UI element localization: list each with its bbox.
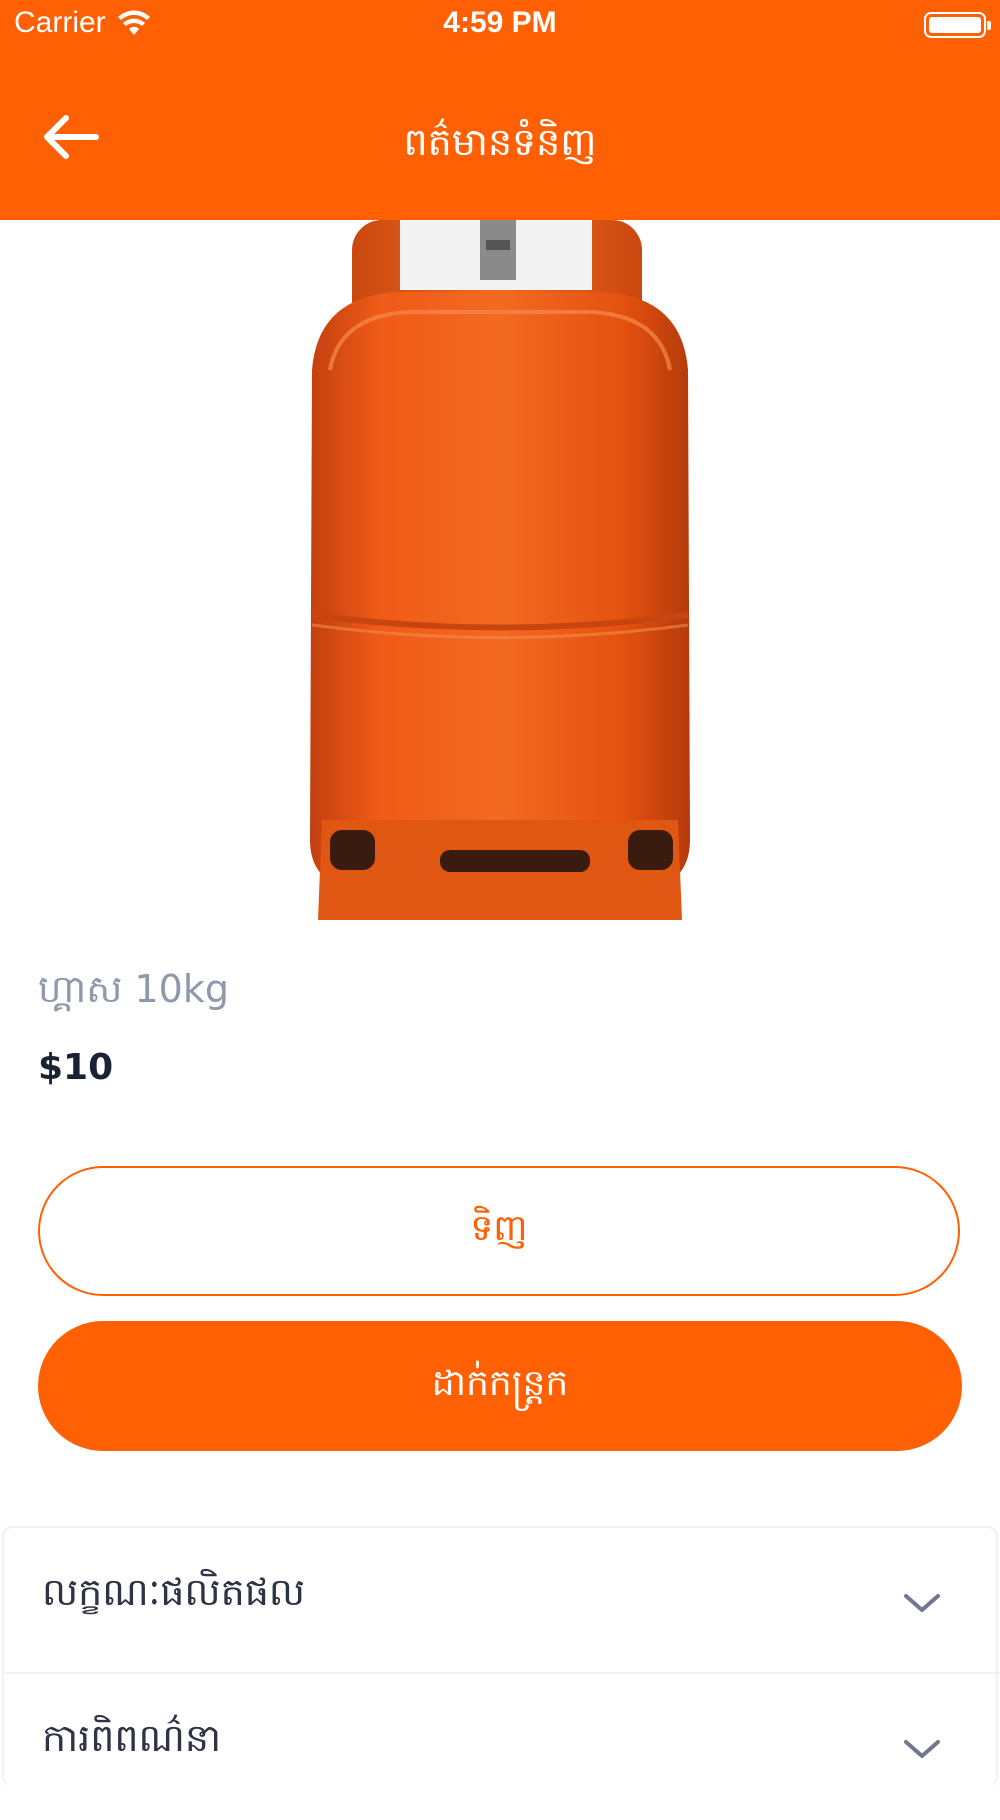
wifi-icon (117, 10, 150, 35)
add-to-cart-label: ដាក់កន្ត្រក (431, 1362, 569, 1404)
chevron-down-icon (904, 1594, 940, 1612)
gas-cylinder-image (310, 220, 690, 920)
buy-button-label: ទិញ (470, 1207, 528, 1249)
product-info-accordion: លក្ខណៈផលិតផល ការពិពណ៌នា (2, 1526, 1000, 1786)
product-price: $10 (38, 1047, 114, 1088)
page-title: ពត៌មានទំនិញ (403, 120, 597, 164)
add-to-cart-button[interactable]: ដាក់កន្ត្រក (38, 1321, 962, 1451)
product-name: ហ្គាស 10kg (38, 967, 229, 1011)
carrier-info: Carrier (14, 6, 152, 40)
accordion-product-features[interactable]: លក្ខណៈផលិតផល (4, 1528, 1000, 1674)
accordion-label: ការពិពណ៌នា (42, 1716, 222, 1760)
battery-icon (924, 12, 991, 38)
app-header: Carrier 4:59 PM ពត៌មានទំនិញ (0, 0, 1000, 220)
accordion-label: លក្ខណៈផលិតផល (42, 1570, 306, 1614)
product-image (0, 220, 1000, 920)
accordion-description[interactable]: ការពិពណ៌នា (4, 1674, 1000, 1820)
buy-button[interactable]: ទិញ (38, 1166, 960, 1296)
back-button[interactable] (40, 112, 120, 192)
chevron-down-icon (904, 1740, 940, 1758)
status-bar: Carrier 4:59 PM (0, 0, 1000, 50)
carrier-label: Carrier (14, 6, 106, 39)
arrow-left-icon (44, 115, 99, 159)
